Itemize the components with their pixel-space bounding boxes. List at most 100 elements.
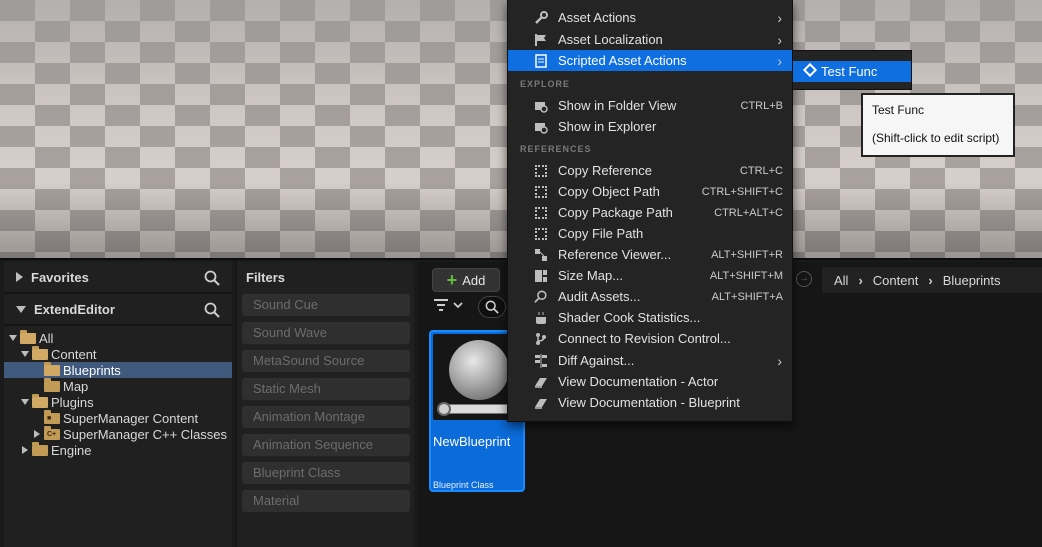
menu-item-view-documentation-actor[interactable]: View Documentation - Actor: [508, 371, 792, 392]
favorites-label: Favorites: [31, 269, 89, 285]
project-label: ExtendEditor: [34, 301, 115, 317]
collapse-arrow-icon[interactable]: [8, 335, 18, 341]
menu-item-asset-actions[interactable]: Asset Actions ›: [508, 7, 792, 28]
shortcut-label: ALT+SHIFT+R: [711, 248, 783, 261]
breadcrumb-item-content[interactable]: Content: [873, 273, 919, 288]
flag-icon: [533, 33, 549, 47]
project-header[interactable]: ExtendEditor: [4, 294, 232, 326]
sphere-preview-icon: [449, 340, 509, 400]
tree-item-label: Content: [51, 346, 97, 362]
menu-item-label: Copy Object Path: [558, 184, 660, 199]
menu-item-view-documentation-blueprint[interactable]: View Documentation - Blueprint: [508, 392, 792, 413]
filter-static-mesh[interactable]: Static Mesh: [242, 378, 410, 400]
tree-item-all[interactable]: All: [4, 329, 232, 346]
tree-item-label: Engine: [51, 442, 92, 458]
tree-item-blueprints[interactable]: Blueprints: [4, 361, 232, 378]
sources-panel: Favorites ExtendEditor All Content Bluep…: [4, 262, 232, 547]
copy-icon: [533, 164, 549, 178]
filter-material[interactable]: Material: [242, 490, 410, 512]
chevron-right-icon: ›: [777, 9, 782, 26]
menu-item-copy-package-path[interactable]: Copy Package Path CTRL+ALT+C: [508, 202, 792, 223]
chevron-right-icon[interactable]: ›: [928, 273, 932, 288]
menu-item-connect-revision-control[interactable]: Connect to Revision Control...: [508, 328, 792, 349]
menu-item-reference-viewer[interactable]: Reference Viewer... ALT+SHIFT+R: [508, 244, 792, 265]
filter-sound-wave[interactable]: Sound Wave: [242, 322, 410, 344]
folder-search-icon: [533, 99, 549, 113]
breadcrumb-item-all[interactable]: All: [834, 273, 848, 288]
size-map-icon: [533, 269, 549, 283]
menu-item-label: View Documentation - Actor: [558, 374, 719, 389]
chevron-right-icon: ›: [777, 31, 782, 48]
tree-item-supermanager-content[interactable]: ■ SuperManager Content: [4, 409, 232, 426]
expand-arrow-icon[interactable]: [32, 430, 42, 438]
pot-icon: [533, 311, 549, 325]
menu-item-show-in-explorer[interactable]: Show in Explorer: [508, 116, 792, 137]
menu-item-label: Audit Assets...: [558, 289, 641, 304]
menu-item-label: Show in Explorer: [558, 119, 657, 134]
asset-type: Blueprint Class: [433, 480, 494, 490]
tree-item-label: SuperManager Content: [63, 410, 199, 426]
navigate-forward-icon[interactable]: →: [796, 271, 812, 287]
tree-item-content[interactable]: Content: [4, 345, 232, 362]
chevron-right-icon[interactable]: ›: [858, 273, 862, 288]
chevron-right-icon: ›: [777, 352, 782, 369]
asset-search-input[interactable]: [478, 296, 506, 318]
tree-item-label: Plugins: [51, 394, 94, 410]
tree-item-plugins[interactable]: Plugins: [4, 393, 232, 410]
menu-item-label: Copy File Path: [558, 226, 644, 241]
favorites-header[interactable]: Favorites: [4, 262, 232, 294]
menu-item-size-map[interactable]: Size Map... ALT+SHIFT+M: [508, 265, 792, 286]
tree-item-engine[interactable]: Engine: [4, 441, 232, 458]
tooltip-hint: (Shift-click to edit script): [872, 131, 1000, 145]
collapse-arrow-icon[interactable]: [20, 351, 30, 357]
search-icon[interactable]: [204, 302, 220, 321]
menu-item-label: Test Func: [821, 64, 878, 79]
menu-item-asset-localization[interactable]: Asset Localization ›: [508, 29, 792, 50]
reference-viewer-icon: [533, 248, 549, 262]
tree-item-label: All: [39, 330, 54, 346]
menu-item-test-func[interactable]: Test Func: [793, 61, 911, 82]
shortcut-label: CTRL+B: [740, 99, 784, 112]
collapse-arrow-icon[interactable]: [16, 305, 26, 313]
search-icon: [485, 300, 499, 314]
shortcut-label: CTRL+SHIFT+C: [701, 185, 783, 198]
menu-item-show-in-folder-view[interactable]: Show in Folder View CTRL+B: [508, 95, 792, 116]
search-icon[interactable]: [204, 270, 220, 289]
filter-animation-montage[interactable]: Animation Montage: [242, 406, 410, 428]
expand-arrow-icon[interactable]: [20, 446, 30, 454]
filter-blueprint-class[interactable]: Blueprint Class: [242, 462, 410, 484]
menu-item-diff-against[interactable]: Diff Against... ›: [508, 350, 792, 371]
filter-metasound-source[interactable]: MetaSound Source: [242, 350, 410, 372]
menu-item-label: Diff Against...: [558, 353, 635, 368]
menu-item-copy-object-path[interactable]: Copy Object Path CTRL+SHIFT+C: [508, 181, 792, 202]
copy-icon: [533, 185, 549, 199]
shortcut-label: ALT+SHIFT+M: [709, 269, 783, 282]
plugin-folder-icon: ■: [44, 409, 60, 424]
menu-item-audit-assets[interactable]: Audit Assets... ALT+SHIFT+A: [508, 286, 792, 307]
menu-item-copy-file-path[interactable]: Copy File Path: [508, 223, 792, 244]
menu-item-copy-reference[interactable]: Copy Reference CTRL+C: [508, 160, 792, 181]
plus-icon: +: [446, 270, 458, 290]
filter-dropdown-button[interactable]: [434, 298, 464, 315]
magnifier-icon: [533, 290, 549, 304]
collapse-arrow-icon[interactable]: [20, 399, 30, 405]
tree-item-supermanager-cpp[interactable]: C+ SuperManager C++ Classes: [4, 425, 232, 442]
filter-icon: [434, 299, 463, 311]
breadcrumb-item-blueprints[interactable]: Blueprints: [943, 273, 1001, 288]
section-header-references: REFERENCES: [520, 144, 592, 154]
filter-sound-cue[interactable]: Sound Cue: [242, 294, 410, 316]
filter-animation-sequence[interactable]: Animation Sequence: [242, 434, 410, 456]
menu-item-label: Copy Package Path: [558, 205, 673, 220]
shortcut-label: ALT+SHIFT+A: [711, 290, 783, 303]
menu-item-shader-cook-statistics[interactable]: Shader Cook Statistics...: [508, 307, 792, 328]
tree-item-label: Map: [63, 378, 89, 394]
tree-item-map[interactable]: Map: [4, 377, 232, 394]
book-icon: [533, 396, 549, 410]
folder-search-icon: [533, 120, 549, 134]
menu-item-label: Show in Folder View: [558, 98, 677, 113]
add-button[interactable]: + Add: [432, 268, 500, 292]
expand-arrow-icon[interactable]: [16, 272, 23, 282]
diff-icon: [533, 353, 549, 368]
breadcrumb: All › Content › Blueprints: [822, 267, 1042, 293]
menu-item-scripted-asset-actions[interactable]: Scripted Asset Actions ›: [508, 50, 792, 71]
